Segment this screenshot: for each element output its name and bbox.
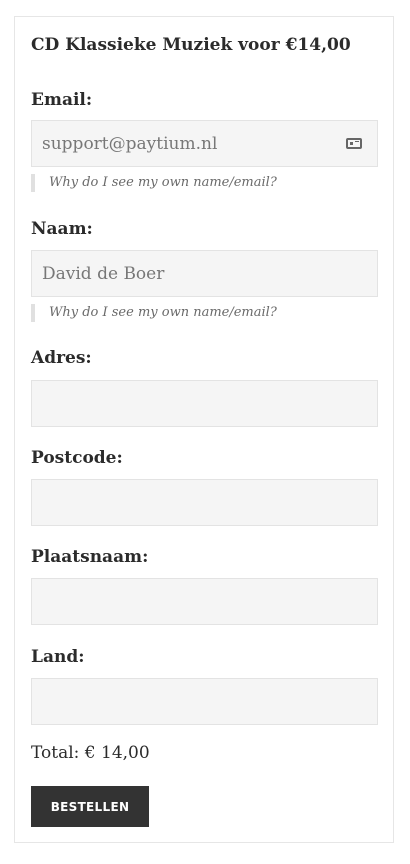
plaatsnaam-label: Plaatsnaam: <box>31 547 149 567</box>
email-field[interactable] <box>31 120 378 167</box>
bestellen-button[interactable]: BESTELLEN <box>31 786 149 827</box>
land-label: Land: <box>31 647 85 667</box>
land-field[interactable] <box>31 678 378 725</box>
email-label: Email: <box>31 90 93 110</box>
email-hint[interactable]: Why do I see my own name/email? <box>31 174 277 192</box>
adres-field[interactable] <box>31 380 378 427</box>
postcode-label: Postcode: <box>31 448 123 468</box>
plaatsnaam-field[interactable] <box>31 578 378 625</box>
order-total: Total: € 14,00 <box>31 743 150 763</box>
naam-hint[interactable]: Why do I see my own name/email? <box>31 304 277 322</box>
contact-card-icon[interactable] <box>346 138 362 149</box>
form-title: CD Klassieke Muziek voor €14,00 <box>31 35 351 55</box>
order-form-card: CD Klassieke Muziek voor €14,00 Email: W… <box>14 16 394 843</box>
adres-label: Adres: <box>31 348 92 368</box>
postcode-field[interactable] <box>31 479 378 526</box>
naam-field[interactable] <box>31 250 378 297</box>
email-field-wrapper <box>31 120 378 167</box>
naam-label: Naam: <box>31 219 93 239</box>
